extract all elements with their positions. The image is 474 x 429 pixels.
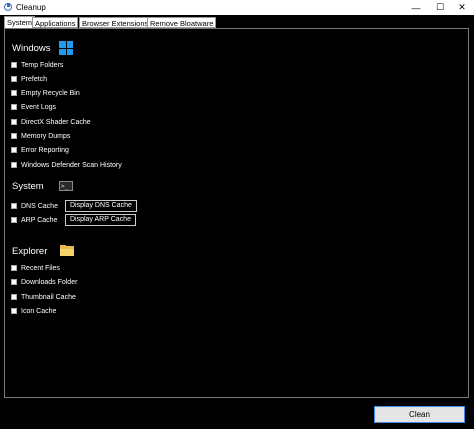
checkbox[interactable] [11,217,17,223]
checkbox[interactable] [11,147,17,153]
checkbox[interactable] [11,308,17,314]
maximize-button[interactable]: ☐ [428,0,452,15]
section-title-system: System [12,181,44,192]
checkbox[interactable] [11,203,17,209]
option-icon-cache[interactable]: Icon Cache [11,306,56,316]
checkbox[interactable] [11,294,17,300]
option-arp-cache[interactable]: ARP Cache [11,215,57,225]
section-title-windows: Windows [12,43,51,54]
option-empty-recycle-bin[interactable]: Empty Recycle Bin [11,88,80,98]
app-icon [4,3,12,11]
option-label: DNS Cache [21,202,58,210]
option-event-logs[interactable]: Event Logs [11,102,56,112]
checkbox[interactable] [11,265,17,271]
option-label: Event Logs [21,103,57,111]
option-label: Memory Dumps [21,132,71,140]
tab-applications[interactable]: Applications [32,17,79,28]
option-windows-defender-scan-history[interactable]: Windows Defender Scan History [11,160,122,170]
title-bar: Cleanup — ☐ ✕ [0,0,474,15]
option-memory-dumps[interactable]: Memory Dumps [11,131,70,141]
checkbox[interactable] [11,133,17,139]
option-label: ARP Cache [21,216,58,224]
option-thumbnail-cache[interactable]: Thumbnail Cache [11,292,76,302]
window-title: Cleanup [16,3,46,12]
checkbox[interactable] [11,119,17,125]
folder-icon [60,245,74,256]
option-prefetch[interactable]: Prefetch [11,74,47,84]
close-button[interactable]: ✕ [450,0,474,15]
section-title-explorer: Explorer [12,246,48,257]
tab-browser-extensions[interactable]: Browser Extensions [79,17,152,28]
checkbox[interactable] [11,90,17,96]
windows-logo-icon [59,41,73,55]
checkbox[interactable] [11,76,17,82]
option-label: Windows Defender Scan History [21,161,122,169]
tab-remove-bloatware[interactable]: Remove Bloatware [147,17,217,28]
option-error-reporting[interactable]: Error Reporting [11,145,69,155]
option-label: Prefetch [21,75,48,83]
display-arp-cache-button[interactable]: Display ARP Cache [65,214,136,226]
checkbox[interactable] [11,62,17,68]
minimize-button[interactable]: — [404,0,428,15]
option-label: Thumbnail Cache [21,293,76,301]
system-tab-panel: Windows Temp Folders Prefetch Empty Recy… [4,28,469,398]
option-label: Empty Recycle Bin [21,89,80,97]
option-label: Icon Cache [21,307,57,315]
option-label: Error Reporting [21,146,69,154]
checkbox[interactable] [11,162,17,168]
option-dns-cache[interactable]: DNS Cache [11,201,58,211]
checkbox[interactable] [11,104,17,110]
clean-button[interactable]: Clean [374,406,465,423]
terminal-icon: >_ [59,181,73,191]
checkbox[interactable] [11,279,17,285]
option-temp-folders[interactable]: Temp Folders [11,60,63,70]
option-recent-files[interactable]: Recent Files [11,263,60,273]
option-label: Recent Files [21,264,60,272]
option-directx-shader-cache[interactable]: DirectX Shader Cache [11,117,91,127]
display-dns-cache-button[interactable]: Display DNS Cache [65,200,137,212]
option-downloads-folder[interactable]: Downloads Folder [11,277,77,287]
option-label: Temp Folders [21,61,64,69]
option-label: DirectX Shader Cache [21,118,91,126]
option-label: Downloads Folder [21,278,78,286]
